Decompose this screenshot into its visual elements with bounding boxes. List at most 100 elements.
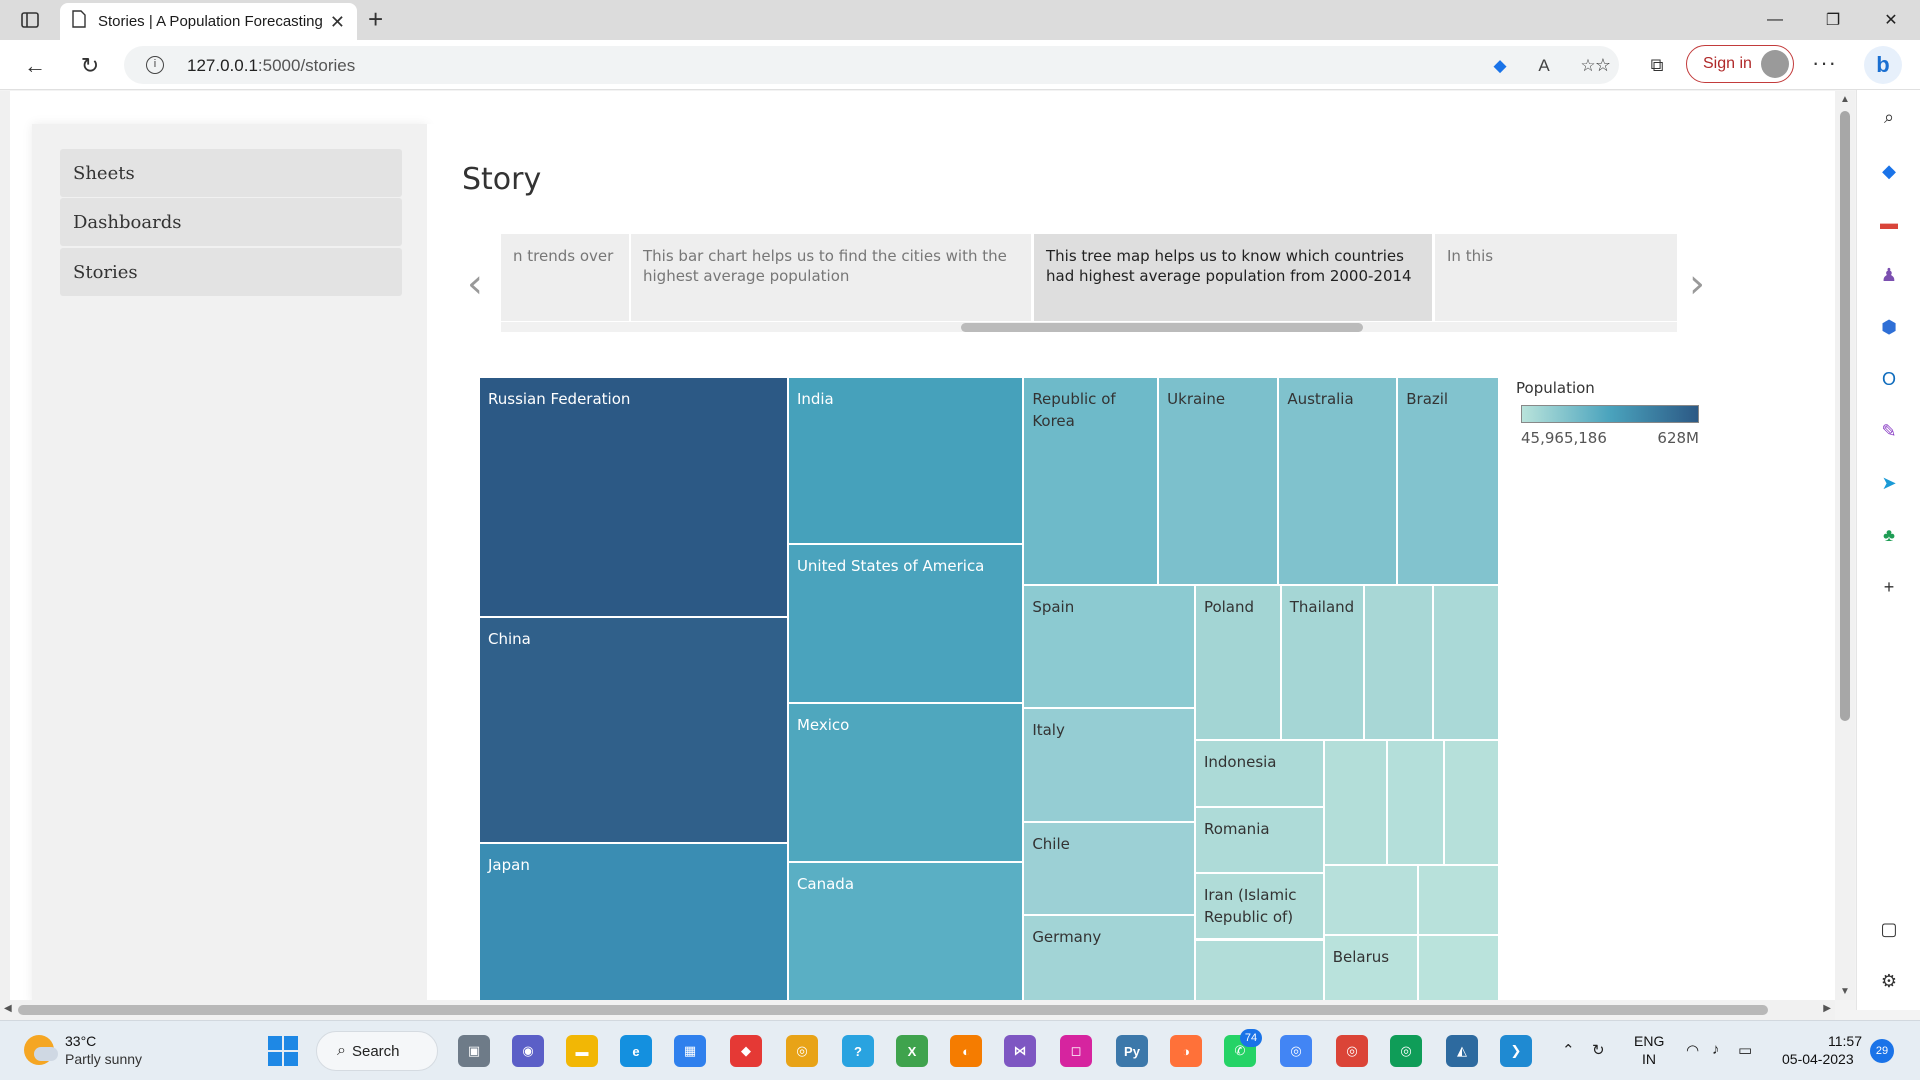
tab-actions-icon[interactable] [18,8,42,32]
add-icon[interactable]: + [1876,574,1902,600]
vertical-scrollbar-thumb[interactable] [1840,111,1850,721]
nav-stories-button[interactable]: Stories [60,248,402,296]
treemap-cell-japan[interactable]: Japan [479,842,788,1000]
clock-time[interactable]: 11:57 [1828,1033,1862,1049]
outlook-icon[interactable]: O [1876,366,1902,392]
sign-in-button[interactable]: Sign in [1686,45,1794,83]
designer-icon[interactable]: ✎ [1876,418,1902,444]
bing-copilot-icon[interactable]: b [1864,46,1902,84]
language-indicator[interactable]: ENG [1634,1033,1664,1049]
site-info-icon[interactable]: i [146,56,164,74]
restore-icon[interactable]: ❐ [1804,0,1862,40]
story-point-4[interactable]: In this [1435,234,1677,321]
horizontal-scrollbar[interactable]: ◀ ▶ [0,1000,1835,1020]
treemap-cell-china[interactable]: China [479,617,788,843]
favorites-icon[interactable]: ☆ [1590,52,1616,78]
edge-icon[interactable]: e [620,1035,652,1067]
treemap-cell-unlabeled[interactable] [1364,585,1433,740]
battery-icon[interactable]: ▭ [1738,1041,1752,1059]
tree-icon[interactable]: ♣ [1876,522,1902,548]
shopping-tag-icon[interactable]: ◆ [1489,55,1511,77]
treemap-cell-unlabeled[interactable] [1443,739,1499,865]
treemap-cell-brazil[interactable]: Brazil [1397,377,1499,586]
scroll-up-icon[interactable]: ▲ [1840,94,1850,105]
microsoft-365-icon[interactable]: ⬢ [1876,314,1902,340]
help-icon[interactable]: ? [842,1035,874,1067]
wifi-icon[interactable]: ◠ [1686,1041,1699,1059]
story-point-2[interactable]: This bar chart helps us to find the citi… [631,234,1031,321]
close-tab-icon[interactable]: ✕ [330,12,345,33]
firefox-icon[interactable]: ◑ [1170,1035,1202,1067]
volume-icon[interactable]: ♪ [1712,1041,1720,1058]
instagram-icon[interactable]: ◻ [1060,1035,1092,1067]
horizontal-scrollbar-thumb[interactable] [18,1005,1768,1015]
python-icon[interactable]: Py [1116,1035,1148,1067]
treemap-cell-mexico[interactable]: Mexico [787,702,1024,863]
vertical-scrollbar[interactable]: ▲ ▼ [1835,91,1855,1000]
treemap-cell-republic-of-korea[interactable]: Republic of Korea [1023,377,1159,586]
read-aloud-icon[interactable]: A [1533,55,1555,77]
story-scrollbar-thumb[interactable] [961,323,1363,332]
refresh-icon[interactable]: ↻ [77,53,103,79]
scroll-down-icon[interactable]: ▼ [1840,986,1850,997]
treemap-cell-unlabeled[interactable] [1387,739,1444,865]
treemap-cell-chile[interactable]: Chile [1023,821,1195,915]
settings-gear-icon[interactable]: ⚙ [1876,968,1902,994]
nav-dashboards-button[interactable]: Dashboards [60,198,402,246]
teams-icon[interactable]: ◉ [512,1035,544,1067]
story-scrollbar[interactable] [501,322,1677,332]
task-view-icon[interactable]: ▣ [458,1035,490,1067]
treemap-cell-ukraine[interactable]: Ukraine [1158,377,1279,586]
games-icon[interactable]: ♟ [1876,262,1902,288]
treemap-cell-india[interactable]: India [787,377,1024,544]
next-story-point-icon[interactable]: › [1689,264,1705,304]
microsoft-store-icon[interactable]: ▦ [674,1035,706,1067]
url-field[interactable]: i 127.0.0.1:5000/stories ◆ A ☆ [124,46,1619,84]
treemap-cell-germany[interactable]: Germany [1023,914,1195,1000]
treemap-cell-thailand[interactable]: Thailand [1280,585,1365,740]
show-hidden-icons-icon[interactable]: ⌃ [1562,1041,1575,1059]
treemap-cell-italy[interactable]: Italy [1023,707,1195,822]
treemap-cell-united-states-of-america[interactable]: United States of America [787,543,1024,703]
excel-icon[interactable]: X [896,1035,928,1067]
previous-story-point-icon[interactable]: ‹ [467,264,483,304]
treemap-cell-australia[interactable]: Australia [1278,377,1398,586]
nav-sheets-button[interactable]: Sheets [60,149,402,197]
story-point-3-active[interactable]: This tree map helps us to know which cou… [1034,234,1432,321]
new-tab-icon[interactable]: + [368,6,383,32]
scroll-left-icon[interactable]: ◀ [4,1003,12,1014]
scroll-right-icon[interactable]: ▶ [1823,1003,1831,1014]
treemap-cell-unlabeled[interactable] [1323,739,1388,865]
send-icon[interactable]: ➤ [1876,470,1902,496]
chrome-icon[interactable]: ◎ [786,1035,818,1067]
vscode-icon[interactable]: ❯ [1500,1035,1532,1067]
chrome-profile-2-icon[interactable]: ◎ [1336,1035,1368,1067]
treemap-cell-romania[interactable]: Romania [1194,807,1324,874]
more-options-icon[interactable]: ··· [1812,50,1837,76]
mysql-workbench-icon[interactable]: ◭ [1446,1035,1478,1067]
treemap-cell-unlabeled[interactable] [1323,864,1419,935]
minimize-icon[interactable]: — [1746,0,1804,40]
blender-icon[interactable]: ◐ [950,1035,982,1067]
search-icon[interactable]: ⌕ [1876,104,1902,130]
collections-icon[interactable]: ⧉ [1644,52,1670,78]
treemap-cell-unlabeled[interactable] [1418,864,1499,935]
chrome-profile-3-icon[interactable]: ◎ [1390,1035,1422,1067]
treemap-cell-indonesia[interactable]: Indonesia [1194,739,1324,808]
treemap-cell-russian-federation[interactable]: Russian Federation [479,377,788,618]
story-point-1[interactable]: n trends over [501,234,629,321]
tools-icon[interactable]: ▬ [1876,210,1902,236]
shopping-icon[interactable]: ◆ [1876,158,1902,184]
treemap-cell-unlabeled[interactable] [1194,939,1324,1000]
weather-widget[interactable]: 33°C Partly sunny [24,1031,184,1071]
treemap-cell-unlabeled[interactable] [1418,934,1499,1000]
taskbar-search-button[interactable]: ⌕ Search [316,1031,438,1071]
anydesk-icon[interactable]: ◆ [730,1035,762,1067]
sync-icon[interactable]: ↻ [1592,1041,1605,1059]
treemap-cell-iran-islamic-republic-of[interactable]: Iran (Islamic Republic of) [1194,873,1324,940]
treemap-cell-unlabeled[interactable] [1432,585,1499,740]
browser-tab-stories[interactable]: Stories | A Population Forecasting ✕ [60,3,357,40]
back-arrow-icon[interactable]: ← [22,53,48,79]
treemap-cell-poland[interactable]: Poland [1194,585,1281,740]
split-screen-icon[interactable]: ▢ [1876,916,1902,942]
